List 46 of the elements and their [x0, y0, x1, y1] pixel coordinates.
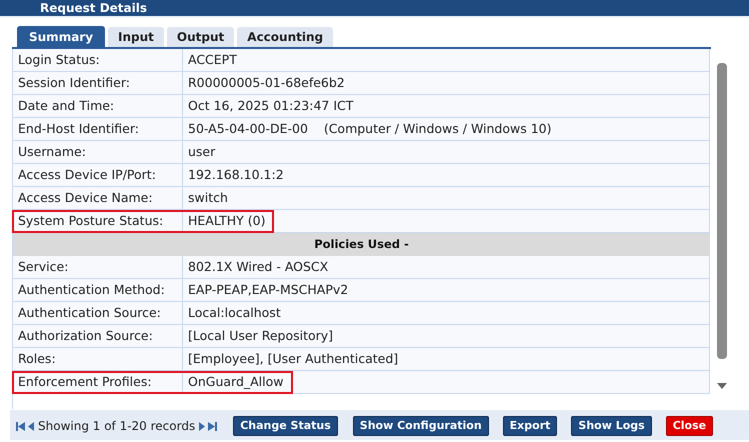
field-label: End-Host Identifier:	[13, 118, 183, 140]
field-value: EAP-PEAP,EAP-MSCHAPv2	[188, 280, 348, 299]
field-label: Enforcement Profiles:	[13, 371, 183, 393]
field-value: Local:localhost	[188, 304, 281, 322]
window-title: Request Details	[40, 1, 148, 15]
footer-button[interactable]: Close	[666, 416, 714, 436]
field-value: switch	[188, 188, 228, 207]
field-label: Access Device Name:	[13, 187, 183, 209]
field-value: ACCEPT	[188, 50, 237, 69]
field-label: Access Device IP/Port:	[13, 164, 183, 186]
tab[interactable]: Accounting	[237, 27, 334, 47]
field-label: Date and Time:	[13, 95, 183, 117]
pager-text: Showing 1 of 1-20 records	[38, 418, 196, 435]
footer-button[interactable]: Change Status	[233, 416, 338, 436]
field-value: [Local User Repository]	[188, 326, 334, 345]
field-value: HEALTHY (0)	[188, 212, 266, 230]
field-label: Session Identifier:	[13, 72, 183, 94]
footer-button[interactable]: Show Configuration	[352, 416, 489, 436]
previous-page-icon[interactable]	[28, 422, 34, 430]
field-label: System Posture Status:	[13, 210, 183, 232]
tab[interactable]: Summary	[17, 26, 106, 47]
tab[interactable]: Input	[108, 27, 164, 47]
field-value: 192.168.10.1:2	[188, 166, 284, 184]
footer-button[interactable]: Export	[502, 416, 558, 436]
last-page-icon[interactable]	[208, 422, 218, 430]
field-label: Service:	[13, 256, 183, 278]
field-label: Authorization Source:	[13, 325, 183, 347]
first-page-icon[interactable]	[16, 422, 25, 430]
tab[interactable]: Output	[166, 27, 234, 47]
field-value: [Employee], [User Authenticated]	[188, 350, 398, 368]
field-value: Oct 16, 2025 01:23:47 ICT	[188, 96, 354, 115]
footer-button[interactable]: Show Logs	[571, 416, 652, 436]
next-page-icon[interactable]	[199, 422, 206, 430]
field-value: 802.1X Wired - AOSCX	[188, 258, 328, 276]
field-label: Authentication Source:	[13, 302, 183, 324]
field-value: R00000005-01-68efe6b2	[188, 74, 345, 92]
field-value: OnGuard_Allow	[188, 372, 284, 391]
scrollbar-thumb[interactable]	[717, 63, 727, 359]
field-label: Username:	[13, 141, 183, 163]
field-value: user	[188, 142, 216, 161]
field-label: Roles:	[13, 348, 183, 370]
scroll-down-icon[interactable]	[717, 383, 727, 389]
field-label: Login Status:	[13, 49, 183, 71]
section-header: Policies Used -	[13, 233, 710, 256]
field-label: Authentication Method:	[13, 279, 183, 301]
field-value: 50-A5-04-00-DE-00 (Computer / Windows / Windows 10)	[188, 120, 552, 138]
